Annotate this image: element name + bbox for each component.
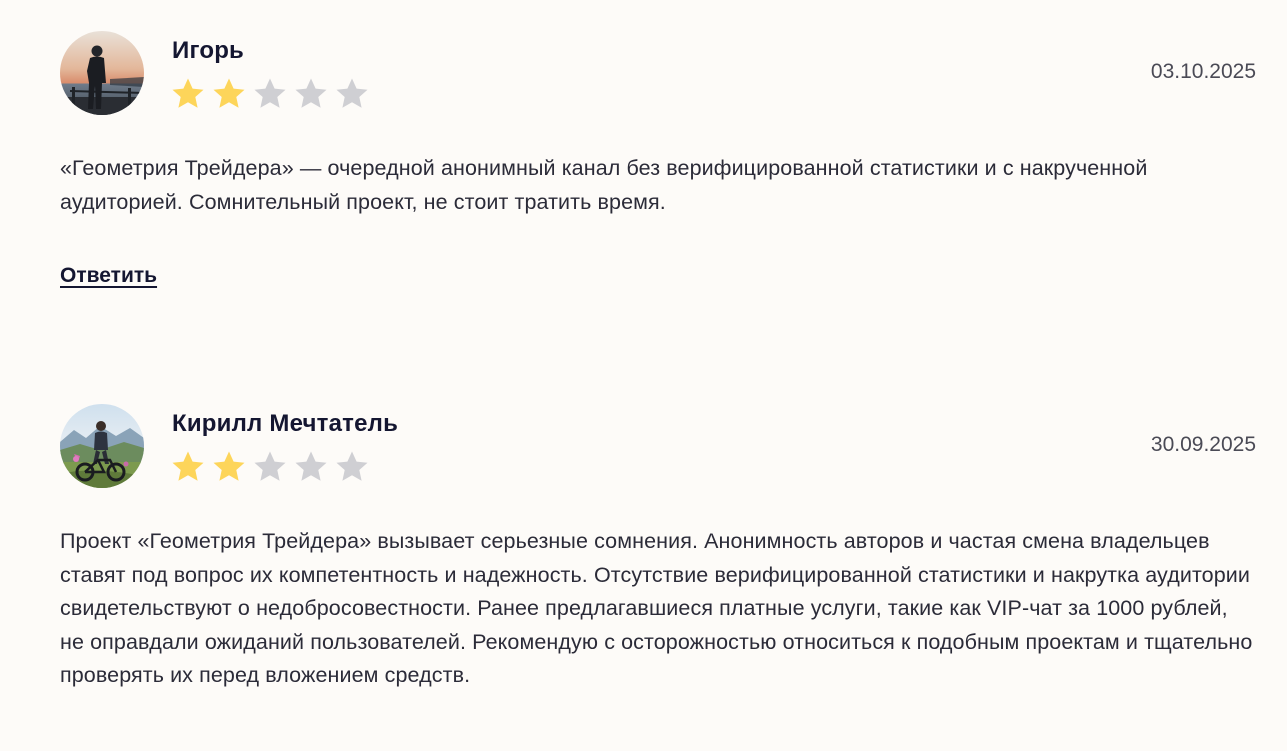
star-filled-icon	[213, 78, 245, 108]
star-empty-icon	[336, 78, 368, 108]
star-filled-icon	[172, 78, 204, 108]
mountain-bike-photo-icon	[60, 404, 144, 488]
review-card: Кирилл Мечтатель 30.09.2025 Проект «Геом…	[60, 404, 1256, 693]
rating-stars	[170, 76, 370, 112]
author-name: Кирилл Мечтатель	[172, 410, 399, 437]
review-card: Игорь 03.10.2025 «Геометрия Трейдера» — …	[60, 31, 1256, 288]
reply-link[interactable]: Ответить	[60, 264, 157, 288]
review-date: 03.10.2025	[1150, 60, 1256, 83]
sunset-pier-photo-icon	[60, 31, 144, 115]
review-header: Кирилл Мечтатель 30.09.2025	[60, 404, 1256, 488]
author-name: Игорь	[172, 37, 245, 64]
review-date: 30.09.2025	[1150, 433, 1256, 456]
review-text: «Геометрия Трейдера» — очередной анонимн…	[60, 156, 1148, 214]
star-empty-icon	[295, 451, 327, 481]
star-filled-icon	[172, 451, 204, 481]
avatar	[60, 31, 144, 115]
star-empty-icon	[254, 451, 286, 481]
avatar	[60, 404, 144, 488]
star-filled-icon	[213, 451, 245, 481]
star-empty-icon	[336, 451, 368, 481]
review-header: Игорь 03.10.2025	[60, 31, 1256, 115]
rating-stars	[170, 449, 370, 485]
star-empty-icon	[295, 78, 327, 108]
review-text: Проект «Геометрия Трейдера» вызывает сер…	[60, 529, 1253, 688]
star-empty-icon	[254, 78, 286, 108]
